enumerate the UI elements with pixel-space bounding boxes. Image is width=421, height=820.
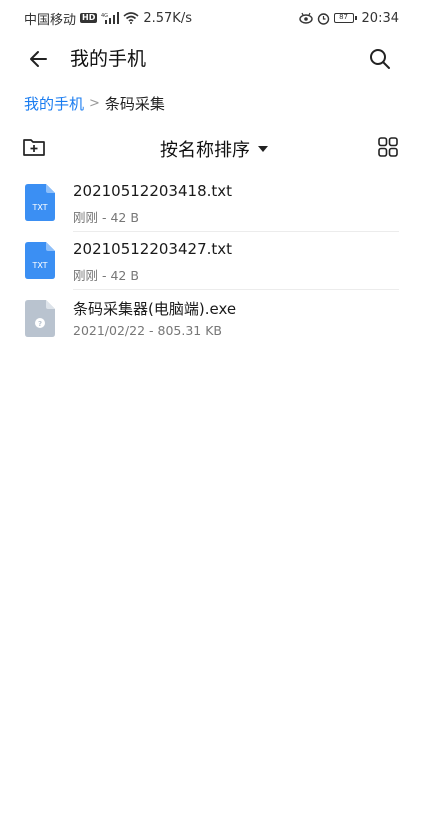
file-badge: ? xyxy=(38,320,42,328)
caret-down-icon xyxy=(258,146,268,152)
file-name: 20210512203418.txt xyxy=(73,182,233,200)
breadcrumb-current: 条码采集 xyxy=(104,94,165,113)
search-icon[interactable] xyxy=(367,46,393,72)
sort-dropdown[interactable]: 按名称排序 xyxy=(160,136,268,162)
network-speed: 2.57K/s xyxy=(143,10,192,26)
status-bar: 中国移动 HD 4G 2.57K/s 87 20:34 xyxy=(0,0,421,36)
file-meta: 刚刚 - 42 B xyxy=(73,210,139,225)
page-title: 我的手机 xyxy=(70,48,147,70)
file-badge: TXT xyxy=(31,261,47,270)
grid-view-icon[interactable] xyxy=(377,136,399,158)
txt-file-icon: TXT xyxy=(25,184,55,221)
svg-text:4G: 4G xyxy=(101,13,108,19)
file-meta: 刚刚 - 42 B xyxy=(73,268,139,283)
file-name: 20210512203427.txt xyxy=(73,240,233,258)
txt-file-icon: TXT xyxy=(25,242,55,279)
status-right: 87 20:34 xyxy=(298,10,399,26)
unknown-file-icon: ? xyxy=(25,300,55,337)
toolbar: 按名称排序 xyxy=(0,132,421,164)
file-name: 条码采集器(电脑端).exe xyxy=(73,300,237,318)
wifi-icon xyxy=(123,12,139,24)
eye-comfort-icon xyxy=(298,12,313,24)
breadcrumb-root[interactable]: 我的手机 xyxy=(24,93,84,114)
list-item[interactable]: TXT 20210512203418.txt 刚刚 - 42 B xyxy=(0,174,421,232)
status-left: 中国移动 HD 4G 2.57K/s xyxy=(24,9,192,28)
clock: 20:34 xyxy=(361,10,399,26)
list-item[interactable]: ? 条码采集器(电脑端).exe 2021/02/22 - 805.31 KB xyxy=(0,290,421,348)
alarm-icon xyxy=(317,12,329,25)
file-meta: 2021/02/22 - 805.31 KB xyxy=(73,323,222,338)
back-arrow-icon[interactable] xyxy=(26,46,52,72)
battery-level: 87 xyxy=(339,13,348,21)
battery-icon: 87 xyxy=(333,13,357,23)
app-bar: 我的手机 xyxy=(0,36,421,82)
file-badge: TXT xyxy=(31,203,47,212)
list-item[interactable]: TXT 20210512203427.txt 刚刚 - 42 B xyxy=(0,232,421,290)
hd-badge: HD xyxy=(80,13,98,23)
sort-label: 按名称排序 xyxy=(160,140,250,161)
file-list: TXT 20210512203418.txt 刚刚 - 42 B TXT 202… xyxy=(0,174,421,348)
carrier-label: 中国移动 xyxy=(24,12,77,28)
new-folder-icon[interactable] xyxy=(22,136,46,158)
breadcrumb-separator: > xyxy=(89,95,100,111)
signal-icon: 4G xyxy=(101,12,120,24)
breadcrumb: 我的手机 > 条码采集 xyxy=(24,92,165,114)
